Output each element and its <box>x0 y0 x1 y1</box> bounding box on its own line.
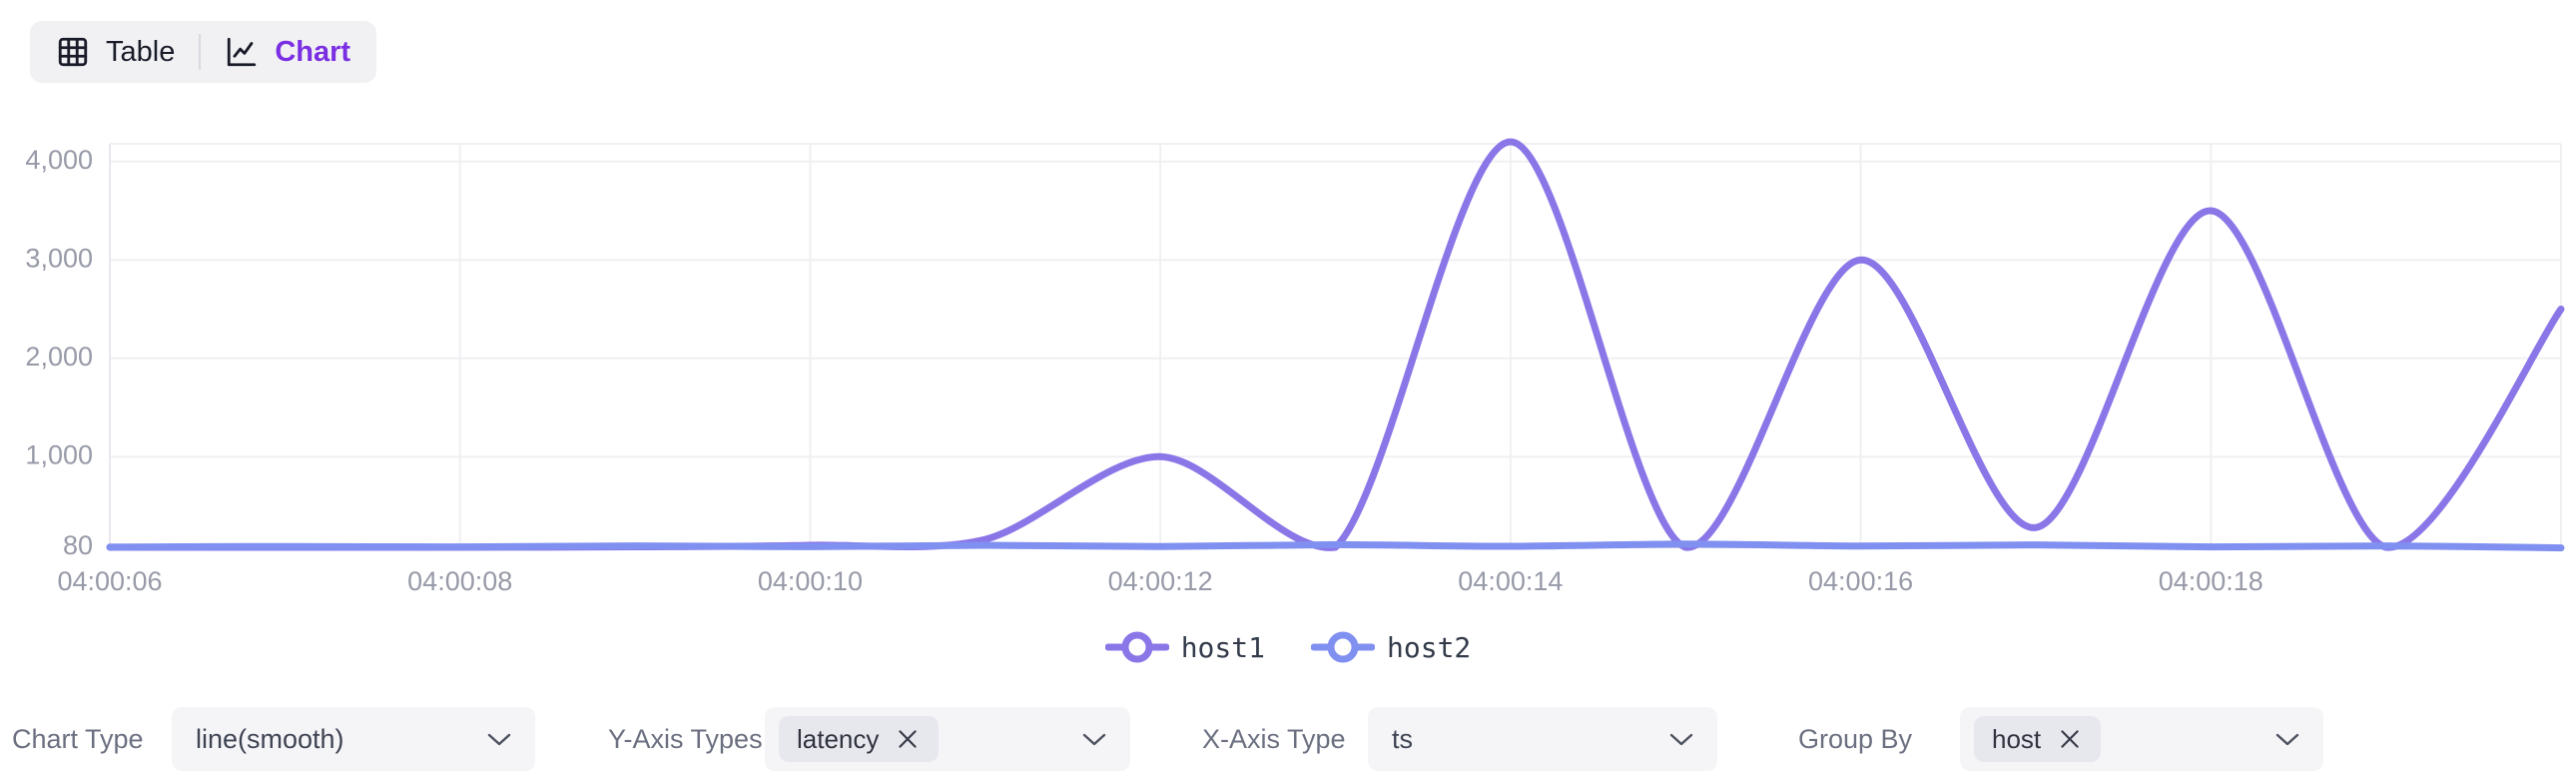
y-axis-tick-label: 1,000 <box>25 439 93 469</box>
group-by-select[interactable]: host <box>1960 707 2323 771</box>
legend-marker-icon <box>1105 629 1169 665</box>
y-axis-tick-label: 2,000 <box>25 342 93 372</box>
y-axis-tag-label: latency <box>797 724 879 755</box>
y-axis-tick-label: 3,000 <box>25 243 93 273</box>
x-axis-tick-label: 04:00:06 <box>57 566 162 596</box>
x-axis-tick-label: 04:00:08 <box>407 566 512 596</box>
group-by-label: Group By <box>1798 707 1912 771</box>
legend-label: host2 <box>1387 631 1471 664</box>
chart-type-value: line(smooth) <box>196 724 344 755</box>
chart-canvas[interactable]: 80 1,000 2,000 3,000 4,000 04:00:06 04:00:08 04… <box>0 0 2576 619</box>
chevron-down-icon <box>2275 733 2299 746</box>
y-axis-types-label: Y-Axis Types <box>608 707 763 771</box>
chart-legend: host1 host2 <box>0 625 2576 669</box>
remove-tag-icon[interactable] <box>2057 726 2083 752</box>
group-by-tag-host: host <box>1974 716 2101 762</box>
legend-label: host1 <box>1181 631 1265 664</box>
x-axis-tick-label: 04:00:14 <box>1458 566 1563 596</box>
chevron-down-icon <box>487 733 511 746</box>
x-axis-tick-label: 04:00:16 <box>1808 566 1913 596</box>
chart-type-label: Chart Type <box>12 707 144 771</box>
x-axis-type-value: ts <box>1392 724 1413 755</box>
y-axis-tag-latency: latency <box>779 716 939 762</box>
chart-controls: Chart Type line(smooth) Y-Axis Types lat… <box>0 707 2576 771</box>
x-axis-type-select[interactable]: ts <box>1368 707 1717 771</box>
legend-item-host1[interactable]: host1 <box>1105 629 1265 665</box>
legend-marker-icon <box>1311 629 1375 665</box>
legend-item-host2[interactable]: host2 <box>1311 629 1471 665</box>
remove-tag-icon[interactable] <box>895 726 921 752</box>
chart-type-select[interactable]: line(smooth) <box>172 707 535 771</box>
y-axis-tick-label: 4,000 <box>25 145 93 175</box>
x-axis-type-label: X-Axis Type <box>1202 707 1346 771</box>
x-axis-tick-label: 04:00:10 <box>758 566 863 596</box>
chevron-down-icon <box>1082 733 1106 746</box>
x-axis-tick-label: 04:00:12 <box>1108 566 1213 596</box>
group-by-tag-label: host <box>1992 724 2041 755</box>
y-axis-tick-label: 80 <box>63 530 93 560</box>
chevron-down-icon <box>1669 733 1693 746</box>
y-axis-types-select[interactable]: latency <box>765 707 1130 771</box>
x-axis-tick-label: 04:00:18 <box>2159 566 2263 596</box>
series-line-host2[interactable] <box>110 544 2561 548</box>
series-line-host1[interactable] <box>110 142 2561 547</box>
